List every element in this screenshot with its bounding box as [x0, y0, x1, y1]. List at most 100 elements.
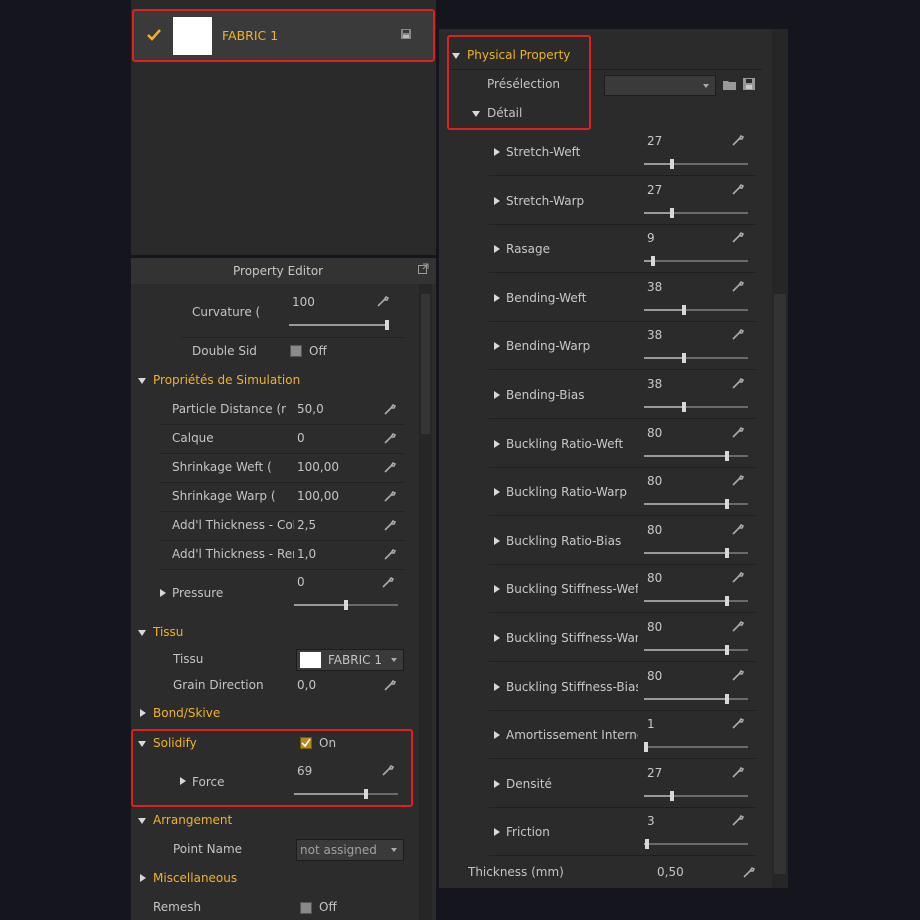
slider-thumb[interactable] [344, 600, 348, 610]
wrench-icon[interactable] [731, 473, 745, 487]
pressure-slider[interactable] [294, 600, 398, 610]
preselection-dropdown[interactable] [604, 75, 716, 96]
slider-thumb[interactable] [670, 790, 675, 801]
wrench-icon[interactable] [383, 431, 397, 445]
pp-slider[interactable] [644, 450, 748, 461]
wrench-icon[interactable] [731, 522, 745, 536]
pp-slider[interactable] [644, 353, 748, 364]
pp-slider[interactable] [644, 159, 748, 169]
wrench-icon[interactable] [731, 813, 745, 827]
slider-thumb[interactable] [651, 256, 656, 267]
wrench-icon[interactable] [731, 376, 745, 390]
bond-section-title[interactable]: Bond/Skive [153, 706, 220, 720]
collapse-arrow-icon[interactable] [494, 779, 500, 788]
pp-slider[interactable] [644, 790, 748, 801]
collapse-arrow-icon[interactable] [494, 293, 500, 302]
wrench-icon[interactable] [731, 133, 745, 147]
sim-row-value[interactable]: 2,5 [297, 518, 316, 532]
collapse-arrow-icon[interactable] [494, 148, 500, 156]
scroll-thumb[interactable] [774, 294, 786, 874]
sim-row-value[interactable]: 1,0 [297, 547, 316, 561]
slider-thumb[interactable] [725, 499, 730, 510]
collapse-arrow-icon[interactable] [494, 196, 500, 205]
collapse-arrow-icon[interactable] [494, 731, 500, 740]
pp-slider[interactable] [644, 693, 748, 704]
collapse-arrow-icon[interactable] [140, 874, 146, 882]
pp-slider[interactable] [644, 207, 748, 218]
wrench-icon[interactable] [742, 865, 756, 879]
wrench-icon[interactable] [731, 327, 745, 341]
popout-icon[interactable] [418, 263, 429, 274]
slider-thumb[interactable] [681, 304, 686, 315]
tissu-dropdown[interactable]: FABRIC 1 [296, 649, 404, 671]
wrench-icon[interactable] [731, 182, 745, 196]
slider-thumb[interactable] [725, 596, 730, 607]
sim-row-value[interactable]: 100,00 [297, 489, 339, 503]
wrench-icon[interactable] [731, 425, 745, 439]
wrench-icon[interactable] [381, 575, 395, 589]
wrench-icon[interactable] [731, 619, 745, 633]
pp-slider[interactable] [644, 304, 748, 315]
slider-thumb[interactable] [670, 207, 675, 218]
pp-slider[interactable] [644, 499, 748, 510]
slider-thumb[interactable] [385, 320, 389, 330]
wrench-icon[interactable] [731, 570, 745, 584]
collapse-arrow-icon[interactable] [494, 391, 500, 399]
sim-row-value[interactable]: 50,0 [297, 402, 324, 416]
wrench-icon[interactable] [383, 460, 397, 474]
curvature-slider[interactable] [289, 320, 389, 330]
collapse-arrow-icon[interactable] [494, 536, 500, 545]
wrench-icon[interactable] [731, 765, 745, 779]
slider-thumb[interactable] [644, 742, 648, 753]
pp-slider[interactable] [644, 596, 748, 607]
slider-thumb[interactable] [725, 693, 730, 704]
wrench-icon[interactable] [731, 668, 745, 682]
disk-icon[interactable] [743, 78, 755, 90]
collapse-arrow-icon[interactable] [494, 828, 500, 837]
tissu-section-title[interactable]: Tissu [153, 625, 183, 639]
expand-icon[interactable] [138, 378, 146, 384]
collapse-arrow-icon[interactable] [494, 682, 500, 691]
collapse-arrow-icon[interactable] [494, 245, 500, 254]
pp-slider[interactable] [644, 256, 748, 267]
scroll-thumb[interactable] [421, 294, 430, 434]
wrench-icon[interactable] [383, 547, 397, 561]
pp-slider[interactable] [644, 645, 748, 655]
slider-thumb[interactable] [681, 402, 686, 412]
point-name-dropdown[interactable]: not assigned [296, 839, 404, 861]
collapse-arrow-icon[interactable] [160, 589, 166, 597]
wrench-icon[interactable] [383, 678, 397, 692]
remesh-checkbox[interactable] [300, 902, 312, 914]
expand-icon[interactable] [138, 630, 146, 636]
wrench-icon[interactable] [383, 518, 397, 532]
sim-row-value[interactable]: 100,00 [297, 460, 339, 474]
pp-slider[interactable] [644, 402, 748, 412]
property-editor-scrollbar[interactable] [419, 284, 432, 920]
slider-thumb[interactable] [645, 839, 650, 850]
collapse-arrow-icon[interactable] [494, 439, 500, 448]
slider-thumb[interactable] [725, 645, 730, 655]
collapse-arrow-icon[interactable] [140, 709, 146, 717]
wrench-icon[interactable] [383, 489, 397, 503]
wrench-icon[interactable] [731, 279, 745, 293]
wrench-icon[interactable] [383, 402, 397, 416]
pp-slider[interactable] [644, 839, 748, 850]
arrangement-section-title[interactable]: Arrangement [153, 813, 232, 827]
slider-thumb[interactable] [725, 547, 730, 558]
wrench-icon[interactable] [376, 294, 390, 308]
slider-thumb[interactable] [670, 159, 675, 169]
folder-icon[interactable] [723, 79, 736, 90]
slider-thumb[interactable] [681, 353, 686, 364]
pp-slider[interactable] [644, 742, 748, 753]
wrench-icon[interactable] [731, 716, 745, 730]
double-side-checkbox[interactable] [290, 345, 302, 357]
slider-thumb[interactable] [725, 450, 730, 461]
sim-row-value[interactable]: 0 [297, 431, 305, 445]
misc-section-title[interactable]: Miscellaneous [153, 871, 237, 885]
collapse-arrow-icon[interactable] [494, 488, 500, 497]
collapse-arrow-icon[interactable] [494, 634, 500, 642]
simulation-section-title[interactable]: Propriétés de Simulation [153, 373, 300, 387]
collapse-arrow-icon[interactable] [494, 342, 500, 351]
collapse-arrow-icon[interactable] [494, 585, 500, 594]
wrench-icon[interactable] [731, 230, 745, 244]
